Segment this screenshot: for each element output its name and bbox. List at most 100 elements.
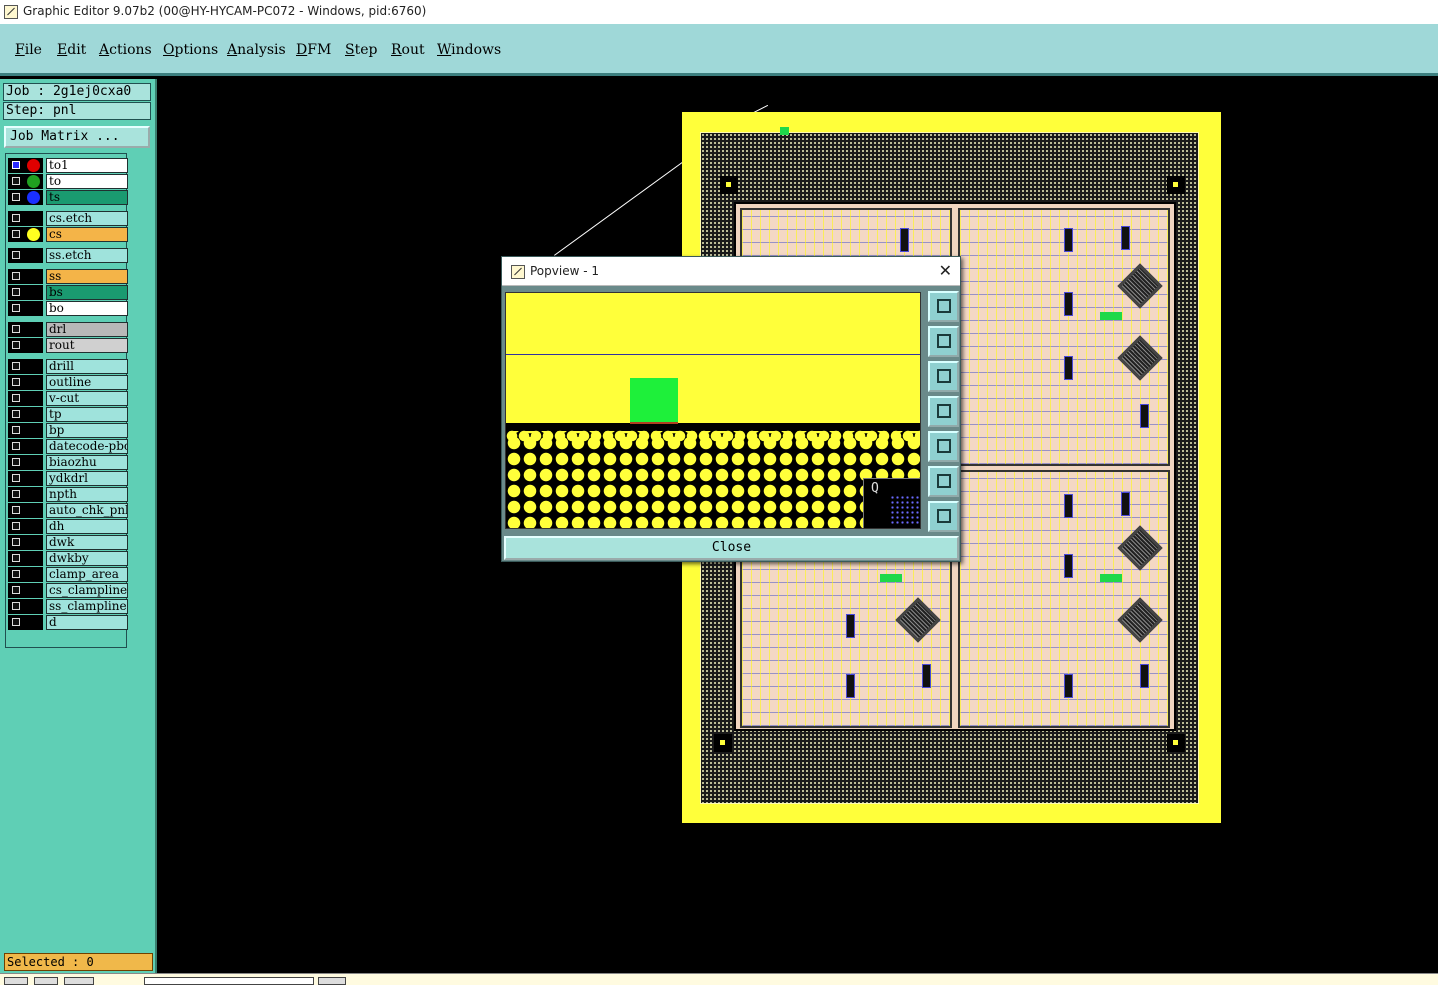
menu-file[interactable]: File [15, 42, 42, 58]
layer-row[interactable]: bs [6, 285, 128, 301]
zoom-fit-icon[interactable] [928, 466, 959, 497]
layer-row[interactable]: to [6, 174, 128, 190]
layer-name[interactable]: cs [46, 227, 128, 242]
layer-checkbox[interactable] [12, 458, 20, 466]
layer-name[interactable]: cs.etch [46, 211, 128, 226]
layer-name[interactable]: ss.etch [46, 248, 128, 263]
layer-name[interactable]: tp [46, 407, 128, 422]
layer-row[interactable]: to1 [6, 158, 128, 174]
menu-windows[interactable]: Windows [437, 42, 501, 58]
layer-name[interactable]: bs [46, 285, 128, 300]
layer-name[interactable]: dwk [46, 535, 128, 550]
layer-name[interactable]: npth [46, 487, 128, 502]
layer-row[interactable]: dwk [6, 535, 128, 551]
layer-checkbox[interactable] [12, 177, 20, 185]
layer-checkbox[interactable] [12, 618, 20, 626]
layer-row[interactable]: dwkby [6, 551, 128, 567]
layer-checkbox[interactable] [12, 506, 20, 514]
layer-row[interactable]: npth [6, 487, 128, 503]
layer-name[interactable]: rout [46, 338, 128, 353]
layer-name[interactable]: drl [46, 322, 128, 337]
layer-name[interactable]: dwkby [46, 551, 128, 566]
layer-checkbox[interactable] [12, 161, 20, 169]
layer-row[interactable]: cs_clampline [6, 583, 128, 599]
layer-checkbox[interactable] [12, 251, 20, 259]
layer-row[interactable]: v-cut [6, 391, 128, 407]
layer-name[interactable]: cs_clampline [46, 583, 128, 598]
layer-checkbox[interactable] [12, 410, 20, 418]
layer-checkbox[interactable] [12, 442, 20, 450]
layer-checkbox[interactable] [12, 214, 20, 222]
layer-name[interactable]: d [46, 615, 128, 630]
layer-name[interactable]: ts [46, 190, 128, 205]
layer-row[interactable]: biaozhu [6, 455, 128, 471]
layer-checkbox[interactable] [12, 325, 20, 333]
move-left-icon[interactable] [928, 396, 959, 427]
layer-name[interactable]: outline [46, 375, 128, 390]
layer-name[interactable]: drill [46, 359, 128, 374]
move-up-icon[interactable] [928, 326, 959, 357]
layer-row[interactable]: drl [6, 322, 128, 338]
zoom-copy-icon[interactable] [928, 291, 959, 322]
layer-checkbox[interactable] [12, 341, 20, 349]
layer-row[interactable]: cs.etch [6, 211, 128, 227]
layer-name[interactable]: ydkdrl [46, 471, 128, 486]
layer-row[interactable]: ydkdrl [6, 471, 128, 487]
layer-name[interactable]: auto_chk_pnl [46, 503, 128, 518]
menu-step[interactable]: Step [345, 42, 377, 58]
layer-row[interactable]: ss_clampline [6, 599, 128, 615]
layer-checkbox[interactable] [12, 230, 20, 238]
layer-row[interactable]: dh [6, 519, 128, 535]
layer-row[interactable]: rout [6, 338, 128, 354]
layer-row[interactable]: bp [6, 423, 128, 439]
layer-name[interactable]: to1 [46, 158, 128, 173]
layer-name[interactable]: to [46, 174, 128, 189]
layer-row[interactable]: bo [6, 301, 128, 317]
layer-row[interactable]: tp [6, 407, 128, 423]
close-button[interactable]: Close [504, 536, 959, 560]
job-matrix-button[interactable]: Job Matrix ... [4, 126, 150, 148]
move-down-icon[interactable] [928, 361, 959, 392]
layer-checkbox[interactable] [12, 522, 20, 530]
layer-checkbox[interactable] [12, 490, 20, 498]
layer-row[interactable]: auto_chk_pnl [6, 503, 128, 519]
popview-canvas[interactable]: Q [505, 292, 921, 529]
layer-checkbox[interactable] [12, 378, 20, 386]
layer-checkbox[interactable] [12, 193, 20, 201]
layer-name[interactable]: datecode-pbc [46, 439, 128, 454]
layer-checkbox[interactable] [12, 554, 20, 562]
menu-dfm[interactable]: DFM [296, 42, 331, 58]
layer-checkbox[interactable] [12, 426, 20, 434]
menu-actions[interactable]: Actions [99, 42, 152, 58]
menu-rout[interactable]: Rout [391, 42, 425, 58]
layer-row[interactable]: ss.etch [6, 248, 128, 264]
layer-checkbox[interactable] [12, 586, 20, 594]
layer-row[interactable]: cs [6, 227, 128, 243]
layer-row[interactable]: drill [6, 359, 128, 375]
layer-name[interactable]: clamp_area [46, 567, 128, 582]
close-icon[interactable]: ✕ [939, 261, 952, 280]
layer-checkbox[interactable] [12, 394, 20, 402]
layer-name[interactable]: biaozhu [46, 455, 128, 470]
layer-row[interactable]: ss [6, 269, 128, 285]
layer-name[interactable]: bp [46, 423, 128, 438]
layer-checkbox[interactable] [12, 538, 20, 546]
menu-options[interactable]: Options [163, 42, 218, 58]
layer-row[interactable]: clamp_area [6, 567, 128, 583]
layer-checkbox[interactable] [12, 272, 20, 280]
layer-name[interactable]: v-cut [46, 391, 128, 406]
move-right-icon[interactable] [928, 431, 959, 462]
layer-name[interactable]: ss_clampline [46, 599, 128, 614]
menu-edit[interactable]: Edit [57, 42, 86, 58]
layer-checkbox[interactable] [12, 602, 20, 610]
layer-name[interactable]: dh [46, 519, 128, 534]
layer-checkbox[interactable] [12, 362, 20, 370]
layer-name[interactable]: bo [46, 301, 128, 316]
pan-icon[interactable] [928, 501, 959, 532]
layer-checkbox[interactable] [12, 288, 20, 296]
layer-row[interactable]: datecode-pbc [6, 439, 128, 455]
layer-row[interactable]: outline [6, 375, 128, 391]
menu-analysis[interactable]: Analysis [227, 42, 286, 58]
layer-checkbox[interactable] [12, 304, 20, 312]
layer-checkbox[interactable] [12, 474, 20, 482]
